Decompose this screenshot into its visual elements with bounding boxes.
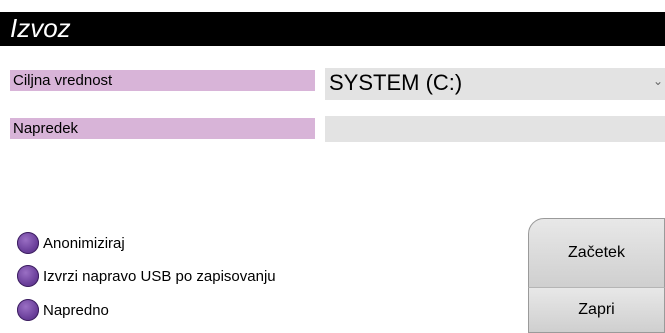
anonymize-option[interactable]: Anonimiziraj — [17, 231, 125, 255]
anonymize-label: Anonimiziraj — [43, 234, 125, 252]
radio-button[interactable] — [17, 265, 39, 287]
progress-bar — [325, 116, 665, 142]
target-dropdown[interactable]: SYSTEM (C:) ⌄ — [325, 68, 665, 100]
advanced-option[interactable]: Napredno — [17, 298, 109, 322]
eject-usb-label: Izvrzi napravo USB po zapisovanju — [43, 267, 276, 285]
eject-usb-option[interactable]: Izvrzi napravo USB po zapisovanju — [17, 264, 276, 288]
start-button[interactable]: Začetek — [528, 218, 665, 288]
advanced-label: Napredno — [43, 301, 109, 319]
target-label: Ciljna vrednost — [10, 70, 315, 91]
title-bar: Izvoz — [0, 12, 665, 46]
window-title: Izvoz — [10, 13, 71, 43]
radio-button[interactable] — [17, 232, 39, 254]
close-button[interactable]: Zapri — [528, 287, 665, 333]
target-selected-value: SYSTEM (C:) — [329, 70, 463, 95]
progress-label: Napredek — [10, 118, 315, 139]
chevron-down-icon: ⌄ — [652, 74, 663, 88]
radio-button[interactable] — [17, 299, 39, 321]
